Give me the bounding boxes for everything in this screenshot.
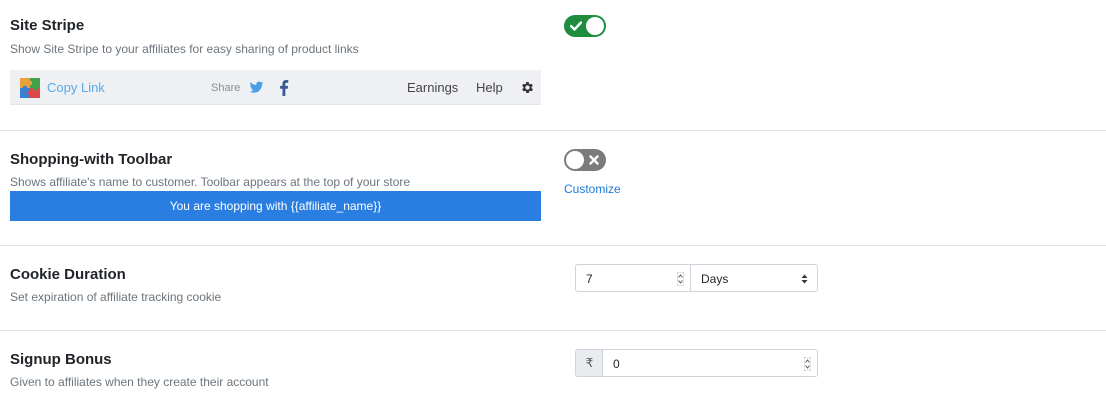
help-link[interactable]: Help xyxy=(476,80,503,95)
section-divider xyxy=(0,245,1106,246)
shopping-toolbar-title: Shopping-with Toolbar xyxy=(10,151,173,168)
shopping-toolbar-preview: You are shopping with {{affiliate_name}} xyxy=(10,191,541,221)
earnings-link[interactable]: Earnings xyxy=(407,80,458,95)
cookie-duration-description: Set expiration of affiliate tracking coo… xyxy=(10,290,222,304)
cookie-duration-input[interactable]: 7 xyxy=(575,264,691,292)
customize-link[interactable]: Customize xyxy=(564,182,621,196)
stepper-arrows-icon[interactable] xyxy=(677,272,684,286)
puzzle-logo-icon xyxy=(20,78,40,98)
section-divider xyxy=(0,330,1106,331)
cookie-duration-title: Cookie Duration xyxy=(10,266,126,283)
stepper-arrows-icon[interactable] xyxy=(804,357,811,371)
signup-bonus-value: 0 xyxy=(613,357,620,371)
site-stripe-title: Site Stripe xyxy=(10,17,85,34)
check-icon xyxy=(567,17,585,35)
signup-bonus-description: Given to affiliates when they create the… xyxy=(10,375,269,389)
site-stripe-description: Show Site Stripe to your affiliates for … xyxy=(10,42,359,56)
close-icon xyxy=(585,151,603,169)
cookie-duration-value: 7 xyxy=(586,272,593,286)
copy-link-button[interactable]: Copy Link xyxy=(47,80,105,95)
site-stripe-toggle[interactable] xyxy=(564,15,606,37)
signup-bonus-title: Signup Bonus xyxy=(10,351,112,368)
signup-bonus-input[interactable]: 0 xyxy=(602,349,818,377)
twitter-icon[interactable] xyxy=(249,80,264,95)
cookie-duration-unit: Days xyxy=(701,272,729,286)
shopping-toolbar-toggle[interactable] xyxy=(564,149,606,171)
site-stripe-preview: Copy Link Share Earnings Help xyxy=(10,70,541,105)
select-arrows-icon xyxy=(801,274,808,284)
currency-prefix: ₹ xyxy=(575,349,603,377)
gear-icon[interactable] xyxy=(520,80,535,95)
shopping-toolbar-description: Shows affiliate's name to customer. Tool… xyxy=(10,175,411,189)
share-label: Share xyxy=(211,82,241,94)
section-divider xyxy=(0,130,1106,131)
toggle-knob xyxy=(566,151,584,169)
cookie-duration-unit-select[interactable]: Days xyxy=(690,264,818,292)
toggle-knob xyxy=(586,17,604,35)
facebook-icon[interactable] xyxy=(279,80,289,96)
